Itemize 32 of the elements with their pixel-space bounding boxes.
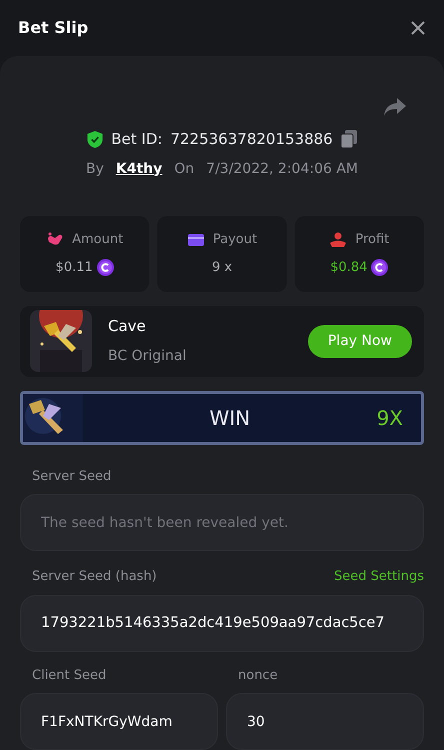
field-label: Client Seed — [31, 666, 108, 684]
field-label: Server Seed — [31, 468, 112, 486]
copy-icon[interactable] — [340, 130, 357, 148]
result-multiplier: 9X — [376, 404, 403, 432]
share-icon — [384, 98, 406, 116]
stat-value: $0.11 — [56, 258, 93, 276]
bet-id-label: Bet ID: — [111, 129, 162, 150]
hand-person-icon — [329, 230, 348, 249]
field-label: nonce — [237, 666, 279, 684]
on-label: On — [174, 160, 194, 178]
bet-id: 72253637820153886 — [170, 129, 333, 150]
result-label: WIN — [208, 404, 252, 432]
input-field[interactable]: 30 — [226, 693, 424, 750]
close-icon — [410, 20, 426, 36]
field-label: Server Seed (hash) — [31, 568, 158, 586]
bet-date: 7/3/2022, 2:04:06 AM — [206, 160, 358, 178]
input-field[interactable]: 1793221b5146335a2dc419e509aa97cdac5ce7 — [20, 594, 424, 652]
by-label: By — [86, 160, 104, 178]
seed-settings-link[interactable]: Seed Settings — [334, 567, 424, 586]
share-button[interactable] — [384, 98, 406, 118]
game-provider: BC Original — [108, 346, 188, 366]
input-field[interactable]: F1FxNTKrGyWdam — [20, 693, 218, 750]
game-name: Cave — [108, 316, 147, 338]
username-link[interactable]: K4thy — [116, 158, 162, 180]
dialog-title: Bet Slip — [18, 17, 88, 39]
stat-label: Profit — [355, 231, 390, 249]
input-field[interactable]: The seed hasn't been revealed yet. — [20, 494, 424, 551]
stat-label: Amount — [72, 231, 124, 249]
stat-value: $0.84 — [330, 258, 368, 276]
stat-label: Payout — [212, 231, 258, 249]
close-button[interactable] — [410, 20, 426, 36]
stat-value: 9 x — [212, 258, 232, 276]
